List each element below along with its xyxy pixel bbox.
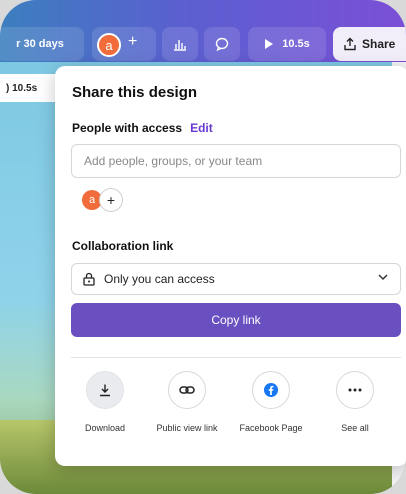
link-icon bbox=[168, 371, 206, 409]
play-duration: 10.5s bbox=[282, 38, 310, 50]
copy-link-label: Copy link bbox=[211, 313, 261, 327]
collab-label: Collaboration link bbox=[72, 239, 174, 253]
share-button[interactable]: Share bbox=[333, 27, 406, 61]
see-all-label: See all bbox=[341, 423, 369, 433]
access-option: Only you can access bbox=[104, 272, 215, 286]
copy-link-button[interactable]: Copy link bbox=[71, 303, 401, 337]
play-button[interactable]: 10.5s bbox=[248, 27, 326, 61]
insights-button[interactable] bbox=[162, 27, 198, 61]
comment-icon bbox=[215, 37, 229, 51]
people-access-row: People with access Edit bbox=[72, 121, 213, 135]
lock-icon bbox=[83, 272, 95, 286]
share-panel: Share this design People with access Edi… bbox=[55, 66, 406, 466]
chevron-down-icon bbox=[378, 272, 388, 284]
facebook-page-action[interactable]: Facebook Page bbox=[236, 371, 306, 434]
see-all-action[interactable]: See all bbox=[320, 371, 390, 434]
edit-link[interactable]: Edit bbox=[190, 121, 213, 135]
member-initial: a bbox=[88, 194, 96, 206]
timer-label: ) 10.5s bbox=[6, 82, 38, 94]
trial-button[interactable]: r 30 days bbox=[0, 27, 84, 61]
app-frame: ) 10.5s r 30 days a + 10.5s Share Share … bbox=[0, 0, 406, 494]
panel-title: Share this design bbox=[72, 84, 198, 101]
facebook-icon bbox=[252, 371, 290, 409]
facebook-page-label: Facebook Page bbox=[239, 423, 303, 433]
download-icon bbox=[86, 371, 124, 409]
download-label: Download bbox=[84, 423, 126, 433]
add-people-input[interactable]: Add people, groups, or your team bbox=[71, 144, 401, 178]
people-label: People with access bbox=[72, 121, 183, 135]
add-symbol: + bbox=[128, 33, 138, 50]
add-collaborator-button[interactable]: + bbox=[128, 33, 137, 51]
share-label: Share bbox=[362, 37, 396, 51]
add-member-symbol: + bbox=[106, 192, 116, 208]
public-view-link-label: Public view link bbox=[156, 423, 218, 433]
access-select[interactable]: Only you can access bbox=[71, 263, 401, 295]
add-member-button[interactable]: + bbox=[99, 188, 123, 212]
top-toolbar: r 30 days a + 10.5s Share bbox=[0, 0, 406, 62]
add-people-placeholder: Add people, groups, or your team bbox=[84, 154, 263, 168]
play-icon bbox=[265, 39, 274, 49]
avatar-initial: a bbox=[105, 37, 113, 53]
divider bbox=[71, 357, 401, 358]
trial-label: r 30 days bbox=[16, 38, 64, 50]
avatar[interactable]: a bbox=[97, 33, 121, 57]
bar-chart-icon bbox=[174, 40, 186, 51]
comment-button[interactable] bbox=[204, 27, 240, 61]
public-view-link-action[interactable]: Public view link bbox=[152, 371, 222, 434]
upload-icon bbox=[344, 37, 356, 51]
more-icon bbox=[336, 371, 374, 409]
download-action[interactable]: Download bbox=[70, 371, 140, 434]
